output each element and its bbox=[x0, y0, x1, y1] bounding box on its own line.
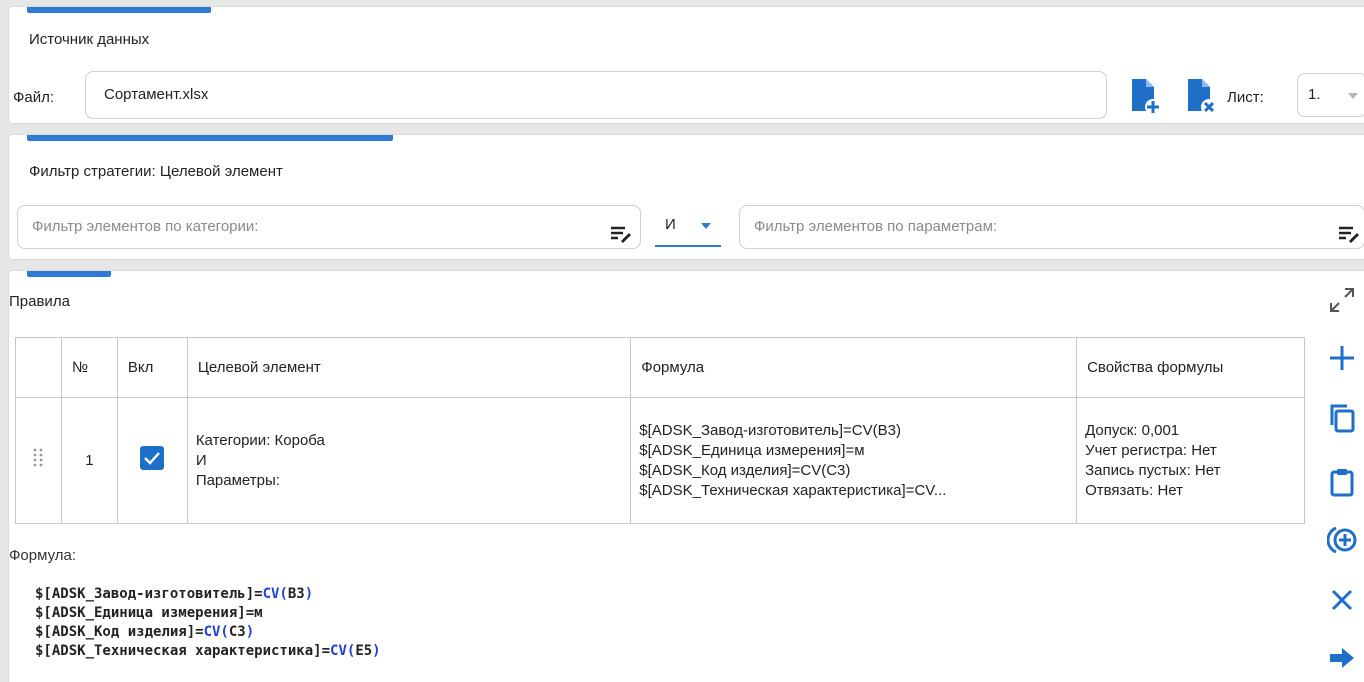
code-function: CV( bbox=[262, 586, 288, 602]
panel-accent-bar bbox=[27, 7, 211, 13]
code-text: $[ADSK_Техническая характеристика]= bbox=[35, 643, 331, 659]
formula-line: $[ADSK_Завод-изготовитель]=CV(B3) bbox=[639, 421, 901, 439]
expand-icon[interactable] bbox=[1327, 285, 1357, 315]
formula-line: $[ADSK_Единица измерения]=м bbox=[639, 441, 865, 459]
logic-operator-select[interactable]: И bbox=[655, 205, 721, 247]
chevron-down-icon bbox=[1348, 93, 1358, 99]
code-argument: B3 bbox=[287, 586, 305, 602]
formula-line: $[ADSK_Код изделия]=CV(C3) bbox=[639, 461, 851, 479]
category-filter-placeholder: Фильтр элементов по категории: bbox=[32, 218, 259, 235]
paste-icon[interactable] bbox=[1327, 467, 1357, 497]
target-line: Категории: Короба bbox=[195, 431, 325, 449]
arrow-right-icon[interactable] bbox=[1327, 643, 1357, 673]
target-line: Параметры: bbox=[195, 471, 280, 489]
drag-handle-cell[interactable] bbox=[15, 397, 62, 524]
parameter-filter-placeholder: Фильтр элементов по параметрам: bbox=[754, 218, 998, 235]
check-icon bbox=[144, 451, 161, 465]
rule-target-cell[interactable]: Категории: Короба И Параметры: bbox=[186, 397, 632, 524]
file-label: Файл: bbox=[13, 89, 55, 106]
code-line: $[ADSK_Завод-изготовитель]=CV(B3) bbox=[35, 585, 381, 604]
remove-file-icon[interactable] bbox=[1185, 77, 1217, 117]
column-header-formula-props[interactable]: Свойства формулы bbox=[1076, 337, 1305, 398]
formula-editor-label: Формула: bbox=[9, 547, 77, 564]
code-argument: E5 bbox=[355, 643, 373, 659]
strategy-filter-title: Фильтр стратегии: Целевой элемент bbox=[29, 163, 283, 180]
sheet-select[interactable]: 1. bbox=[1297, 73, 1364, 117]
column-header-formula[interactable]: Формула bbox=[630, 337, 1078, 398]
parameter-filter-input[interactable]: Фильтр элементов по параметрам: bbox=[739, 205, 1364, 249]
table-header-row: № Вкл Целевой элемент Формула Свойства ф… bbox=[15, 337, 1305, 398]
sheet-select-value: 1. bbox=[1308, 86, 1321, 103]
data-source-title: Источник данных bbox=[29, 31, 150, 48]
code-text: $[ADSK_Завод-изготовитель]= bbox=[35, 586, 263, 602]
rule-enabled-cell[interactable] bbox=[116, 397, 188, 524]
edit-filter-icon[interactable] bbox=[1338, 218, 1360, 243]
panel-accent-bar bbox=[27, 271, 111, 277]
code-function-close: ) bbox=[245, 624, 255, 640]
panel-accent-bar bbox=[27, 135, 393, 141]
code-line: $[ADSK_Единица измерения]=м bbox=[35, 604, 381, 623]
rules-title: Правила bbox=[9, 293, 70, 310]
prop-line: Запись пустых: Нет bbox=[1085, 461, 1221, 479]
chevron-down-icon bbox=[701, 223, 711, 229]
column-header-drag bbox=[15, 337, 62, 398]
code-line: $[ADSK_Техническая характеристика]=CV(E5… bbox=[35, 642, 381, 661]
code-line: $[ADSK_Код изделия]=CV(C3) bbox=[35, 623, 381, 642]
prop-line: Отвязать: Нет bbox=[1085, 481, 1183, 499]
code-function-close: ) bbox=[372, 643, 381, 659]
rule-props-cell[interactable]: Допуск: 0,001 Учет регистра: Нет Запись … bbox=[1076, 397, 1305, 524]
code-argument: C3 bbox=[228, 624, 246, 640]
formula-editor[interactable]: $[ADSK_Завод-изготовитель]=CV(B3) $[ADSK… bbox=[35, 585, 381, 661]
column-header-enabled[interactable]: Вкл bbox=[116, 337, 188, 398]
add-file-icon[interactable] bbox=[1129, 77, 1161, 117]
insert-rule-icon[interactable] bbox=[1326, 525, 1357, 555]
code-text: $[ADSK_Единица измерения]=м bbox=[35, 605, 263, 621]
category-filter-input[interactable]: Фильтр элементов по категории: bbox=[17, 205, 641, 249]
add-rule-icon[interactable] bbox=[1327, 343, 1357, 373]
drag-handle-icon[interactable] bbox=[31, 447, 45, 469]
data-source-panel: Источник данных Файл: Сортамент.xlsx Лис… bbox=[8, 6, 1364, 124]
code-text: $[ADSK_Код изделия]= bbox=[35, 624, 204, 640]
target-line: И bbox=[195, 451, 207, 469]
rules-panel: Правила № Вкл Целевой элемент Формула Св… bbox=[8, 270, 1364, 682]
prop-line: Учет регистра: Нет bbox=[1085, 441, 1217, 459]
table-row[interactable]: 1 Категории: Короба И Параметры: $[ADSK_… bbox=[15, 397, 1305, 524]
logic-operator-value: И bbox=[665, 216, 676, 233]
prop-line: Допуск: 0,001 bbox=[1085, 421, 1180, 439]
code-function: CV( bbox=[330, 643, 356, 659]
column-header-target[interactable]: Целевой элемент bbox=[186, 337, 632, 398]
code-function-close: ) bbox=[304, 586, 314, 602]
strategy-filter-panel: Фильтр стратегии: Целевой элемент Фильтр… bbox=[8, 134, 1364, 260]
sheet-label: Лист: bbox=[1227, 89, 1264, 106]
rule-formula-cell[interactable]: $[ADSK_Завод-изготовитель]=CV(B3) $[ADSK… bbox=[630, 397, 1078, 524]
column-header-number[interactable]: № bbox=[60, 337, 118, 398]
formula-line: $[ADSK_Техническая характеристика]=CV... bbox=[639, 481, 947, 499]
rule-number: 1 bbox=[60, 397, 118, 524]
file-path-field[interactable]: Сортамент.xlsx bbox=[85, 71, 1107, 119]
code-function: CV( bbox=[203, 624, 229, 640]
edit-filter-icon[interactable] bbox=[610, 218, 632, 243]
rules-table: № Вкл Целевой элемент Формула Свойства ф… bbox=[15, 337, 1305, 524]
rule-enabled-checkbox[interactable] bbox=[140, 445, 165, 470]
copy-icon[interactable] bbox=[1327, 403, 1357, 433]
delete-rule-icon[interactable] bbox=[1327, 585, 1357, 615]
